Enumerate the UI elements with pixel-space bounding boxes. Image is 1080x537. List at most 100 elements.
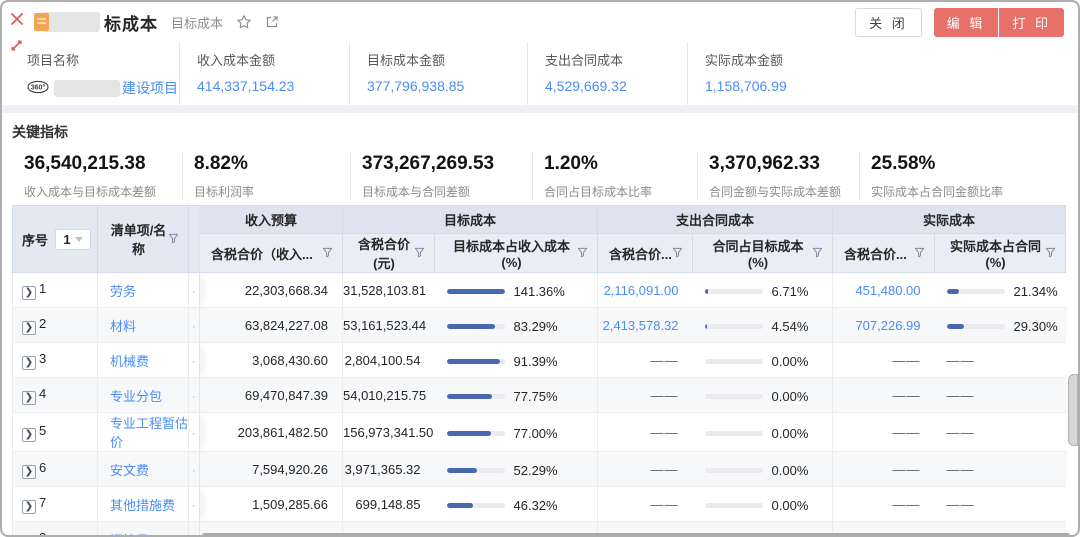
- field-label: 收入成本金额: [197, 50, 349, 69]
- horizontal-scrollbar[interactable]: [202, 533, 1070, 537]
- project-360-icon[interactable]: 360°: [27, 80, 49, 97]
- print-button[interactable]: 打 印: [999, 8, 1064, 37]
- item-name-link[interactable]: 劳务: [110, 284, 136, 299]
- item-name-link[interactable]: 其他措施费: [110, 498, 175, 513]
- actual-vs-contract-pct-cell: 29.30%: [935, 308, 1066, 343]
- field-label: 实际成本金额: [705, 50, 947, 69]
- expand-row-icon[interactable]: ❯: [22, 391, 36, 405]
- expand-row-icon[interactable]: ❯: [22, 286, 36, 300]
- empty-value: ——: [947, 353, 975, 368]
- seq-level-selector[interactable]: 1: [55, 229, 91, 250]
- seq-number: 2: [39, 316, 46, 331]
- project-name-link[interactable]: 建设项目: [122, 78, 178, 98]
- percent-bar: [705, 359, 763, 364]
- edit-button[interactable]: 编 辑: [934, 8, 999, 37]
- target-vs-income-pct-cell: 83.29%: [435, 308, 598, 343]
- actual-cost-cell[interactable]: 451,480.00: [833, 273, 935, 308]
- truncated-cell: [189, 452, 200, 487]
- window-controls: [9, 11, 25, 54]
- filter-icon[interactable]: [812, 246, 823, 261]
- percent-bar: [447, 324, 505, 329]
- contract-cost-field: 支出合同成本 4,529,669.32: [527, 42, 687, 105]
- item-name-link[interactable]: 专业工程暂估价: [110, 416, 188, 450]
- percent-bar: [705, 468, 763, 473]
- percent-value: 91.39%: [514, 354, 558, 369]
- income-budget-cell: 63,824,227.08: [200, 308, 343, 343]
- percent-bar: [947, 289, 1005, 294]
- percent-value: 29.30%: [1014, 319, 1058, 334]
- percent-value: 46.32%: [514, 498, 558, 513]
- income-budget-cell: 69,470,847.39: [200, 378, 343, 413]
- percent-bar: [705, 324, 763, 329]
- open-external-icon[interactable]: [265, 15, 279, 29]
- star-favorite-icon[interactable]: [236, 14, 252, 30]
- expand-row-icon[interactable]: ❯: [22, 321, 36, 335]
- filter-icon[interactable]: [672, 246, 683, 261]
- percent-value: 141.36%: [514, 284, 565, 299]
- field-value: 4,529,669.32: [545, 78, 687, 94]
- item-name-cell: 其他措施费: [98, 487, 189, 522]
- target-cost-field: 目标成本金额 377,796,938.85: [349, 42, 527, 105]
- income-budget-cell: 3,068,430.60: [200, 343, 343, 378]
- target-cost-cell: 156,973,341.50: [343, 413, 435, 452]
- kpi-item: 1.20% 合同占目标成本比率: [532, 153, 697, 200]
- vertical-scrollbar[interactable]: [1068, 374, 1078, 446]
- expand-row-icon[interactable]: ❯: [22, 428, 36, 442]
- item-name-link[interactable]: 专业分包: [110, 389, 162, 404]
- item-name-cell: 安文费: [98, 452, 189, 487]
- actual-cost-cell[interactable]: 707,226.99: [833, 308, 935, 343]
- filter-icon[interactable]: [414, 246, 425, 261]
- item-name-link[interactable]: 机械费: [110, 354, 149, 369]
- contract-cost-cell: ——: [598, 452, 693, 487]
- close-button[interactable]: 关 闭: [855, 8, 922, 37]
- seq-level-value: 1: [63, 232, 70, 247]
- expand-window-icon[interactable]: [9, 38, 25, 54]
- expand-row-icon[interactable]: ❯: [22, 500, 36, 514]
- group-header-target-cost: 目标成本: [343, 206, 598, 234]
- table-row: ❯3机械费3,068,430.602,804,100.5491.39%——0.0…: [13, 343, 1066, 378]
- item-name-link[interactable]: 安文费: [110, 463, 149, 478]
- actual-vs-contract-pct-cell: 21.34%: [935, 273, 1066, 308]
- expand-row-icon[interactable]: ❯: [22, 356, 36, 370]
- column-header: 合同占目标成本(%): [693, 234, 833, 273]
- filter-icon[interactable]: [914, 246, 925, 261]
- actual-cost-cell: ——: [833, 487, 935, 522]
- truncated-column: [189, 206, 200, 273]
- filter-icon[interactable]: [1045, 246, 1056, 261]
- target-vs-income-pct-cell: 77.75%: [435, 378, 598, 413]
- kpi-value: 3,370,962.33: [709, 153, 859, 175]
- filter-icon[interactable]: [322, 246, 333, 261]
- kpi-value: 373,267,269.53: [362, 153, 532, 175]
- target-vs-income-pct-cell: 77.00%: [435, 413, 598, 452]
- cost-table: 序号 1 清单项/名称 收入预: [12, 205, 1078, 537]
- field-label: 目标成本金额: [367, 50, 527, 69]
- contract-vs-target-pct-cell: 0.00%: [693, 413, 833, 452]
- seq-cell: ❯4: [13, 378, 98, 413]
- target-vs-income-pct-cell: 91.39%: [435, 343, 598, 378]
- actual-cost-cell: ——: [833, 378, 935, 413]
- contract-vs-target-pct-cell: 0.00%: [693, 343, 833, 378]
- close-window-icon[interactable]: [9, 11, 25, 27]
- item-name-cell: 专业分包: [98, 378, 189, 413]
- target-cost-cell: 3,971,365.32: [343, 452, 435, 487]
- item-name-link[interactable]: 材料: [110, 319, 136, 334]
- kpi-row: 36,540,215.38 收入成本与目标成本差额 8.82% 目标利润率 37…: [12, 153, 1078, 200]
- item-name-link[interactable]: 间接费: [110, 533, 149, 537]
- kpi-label: 收入成本与目标成本差额: [24, 183, 182, 200]
- breadcrumb: 目标成本: [171, 13, 223, 32]
- seq-number: 6: [39, 460, 46, 475]
- contract-cost-cell[interactable]: 2,116,091.00: [598, 273, 693, 308]
- filter-icon[interactable]: [168, 232, 179, 247]
- truncated-cell: [189, 487, 200, 522]
- filter-icon[interactable]: [577, 246, 588, 261]
- expand-row-icon[interactable]: ❯: [22, 465, 36, 479]
- header-actions: 关 闭 编 辑 打 印: [855, 8, 1064, 37]
- empty-value: ——: [947, 388, 975, 403]
- kpi-item: 3,370,962.33 合同金额与实际成本差额: [697, 153, 859, 200]
- truncated-cell: [189, 413, 200, 452]
- contract-cost-cell[interactable]: 2,413,578.32: [598, 308, 693, 343]
- field-label: 支出合同成本: [545, 50, 687, 69]
- target-vs-income-pct-cell: 52.29%: [435, 452, 598, 487]
- table-row: ❯7其他措施费1,509,285.66699,148.8546.32%——0.0…: [13, 487, 1066, 522]
- redacted-title-text: [42, 12, 100, 32]
